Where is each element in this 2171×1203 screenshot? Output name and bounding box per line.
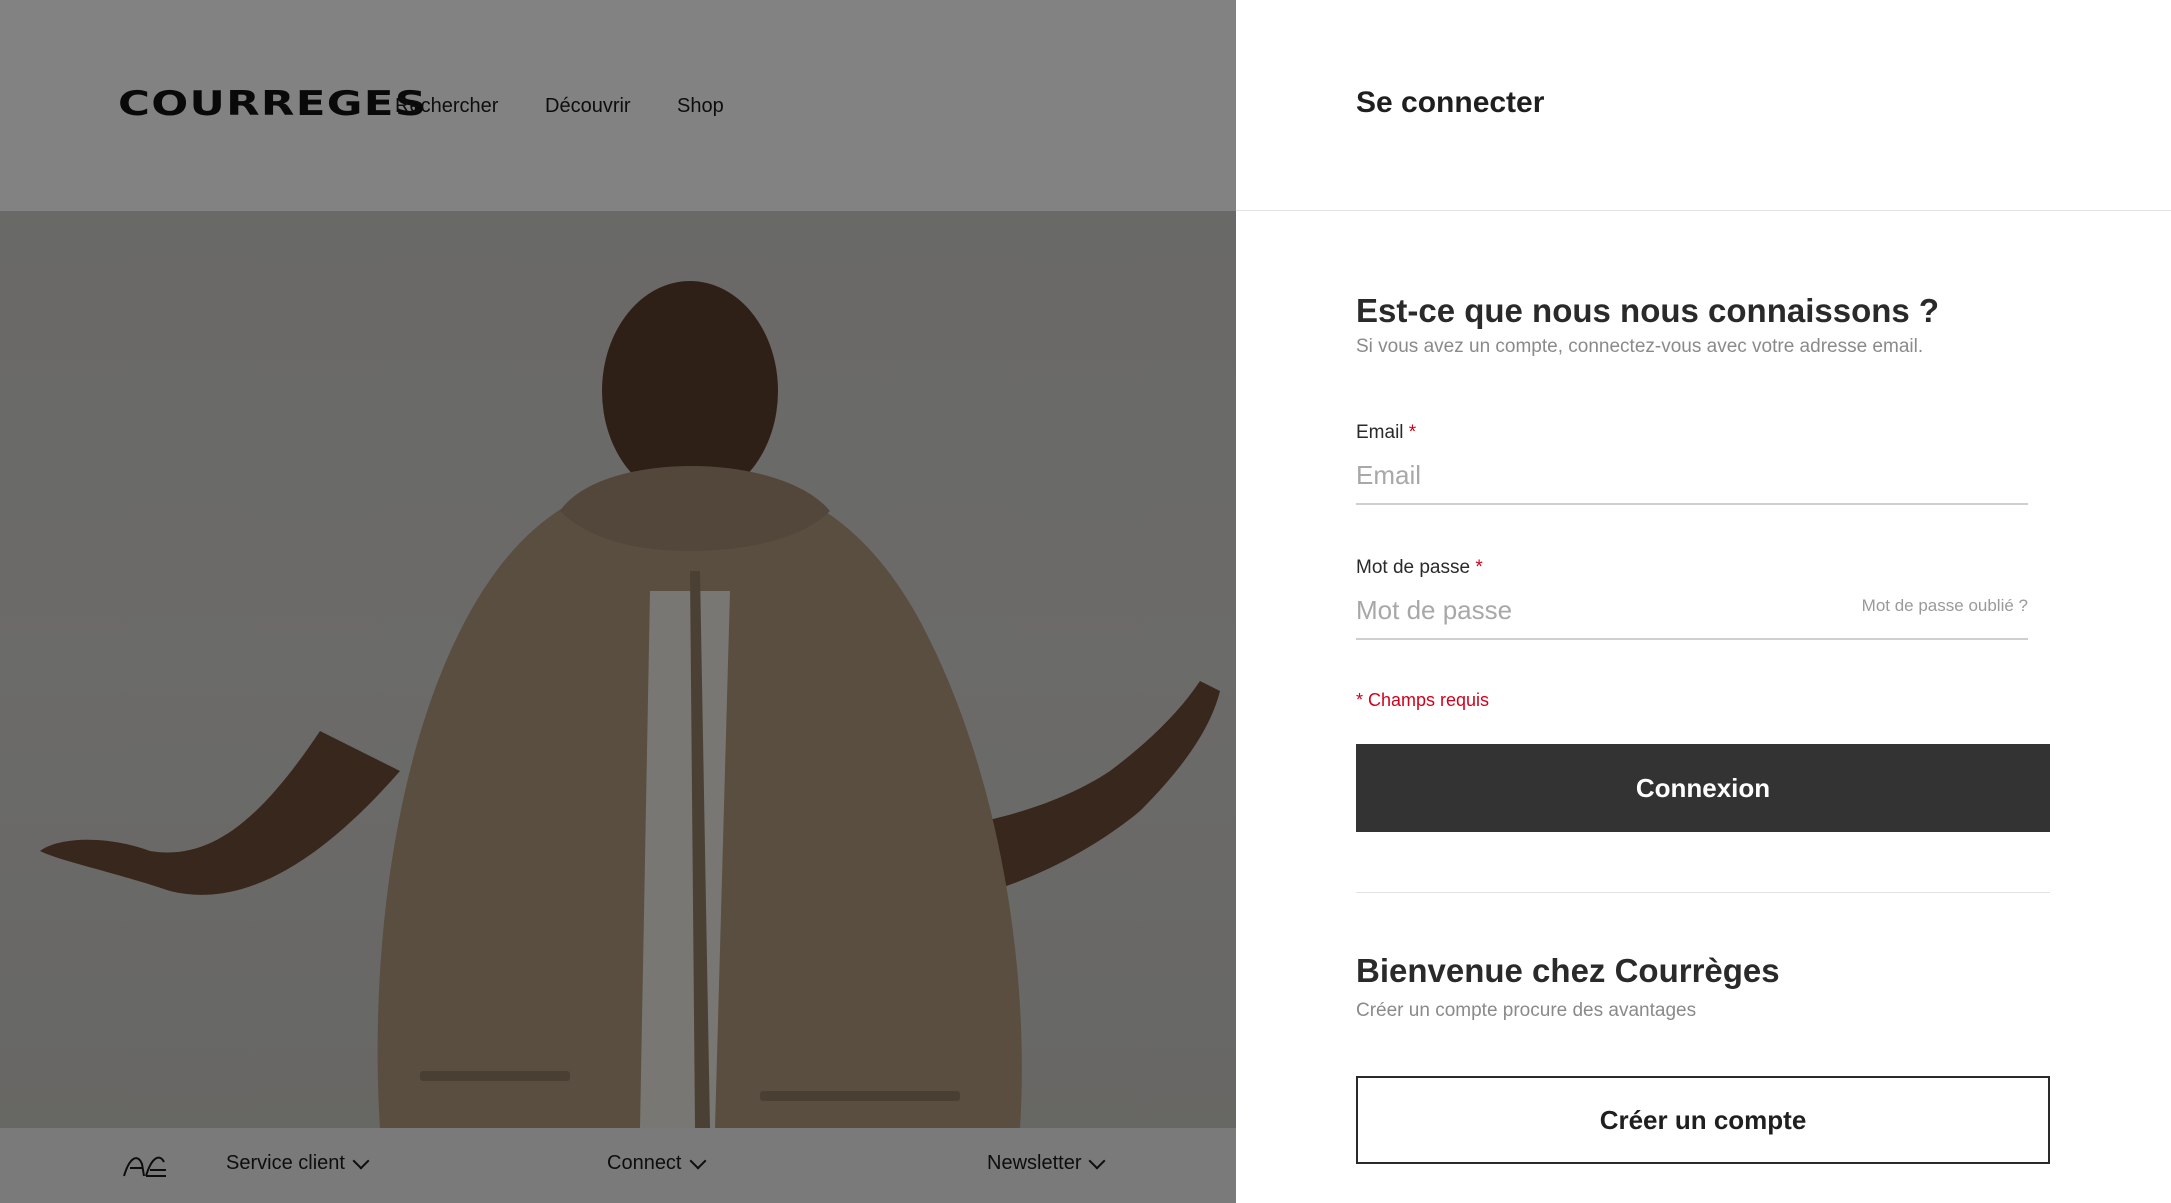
panel-header: Se connecter <box>1236 0 2171 211</box>
panel-title: Se connecter <box>1356 86 1545 119</box>
required-fields-note: * Champs requis <box>1356 690 1490 710</box>
site-background: COURREGES Rechercher Découvrir Shop Serv… <box>0 0 1236 1203</box>
hero-image <box>0 211 1236 1128</box>
create-account-button[interactable]: Créer un compte <box>1356 1076 2050 1164</box>
footer-service-client-label: Service client <box>226 1152 345 1174</box>
email-field[interactable] <box>1356 455 2028 505</box>
chevron-down-icon <box>352 1152 370 1170</box>
chevron-down-icon <box>689 1152 706 1170</box>
login-heading: Est-ce que nous nous connaissons ? <box>1356 292 1940 329</box>
email-label-text: Email <box>1356 422 1404 443</box>
forgot-password-link[interactable]: Mot de passe oublié ? <box>1862 596 2028 616</box>
login-panel: Se connecter Est-ce que nous nous connai… <box>1236 0 2171 1203</box>
login-button[interactable]: Connexion <box>1356 744 2050 832</box>
site-footer: Service client Connect Newsletter <box>0 1128 1236 1203</box>
brand-logo[interactable]: COURREGES <box>118 84 427 124</box>
footer-service-client[interactable]: Service client <box>226 1152 370 1175</box>
register-heading: Bienvenue chez Courrèges <box>1356 952 1780 989</box>
password-label: Mot de passe * <box>1356 557 1483 579</box>
nav-item-shop[interactable]: Shop <box>677 95 724 118</box>
password-label-text: Mot de passe <box>1356 557 1471 578</box>
nav-item-rechercher[interactable]: Rechercher <box>395 95 498 118</box>
divider <box>1356 892 2050 893</box>
email-label: Email * <box>1356 422 1416 444</box>
required-mark: * <box>1408 422 1417 443</box>
footer-connect[interactable]: Connect <box>607 1152 706 1175</box>
nav-item-decouvrir[interactable]: Découvrir <box>545 95 631 118</box>
footer-newsletter[interactable]: Newsletter <box>987 1152 1106 1175</box>
footer-connect-label: Connect <box>607 1152 682 1174</box>
register-subtitle: Créer un compte procure des avantages <box>1356 1000 1697 1021</box>
footer-newsletter-label: Newsletter <box>987 1152 1082 1174</box>
site-header: COURREGES Rechercher Découvrir Shop <box>0 0 1236 211</box>
required-mark: * <box>1475 557 1483 578</box>
chevron-down-icon <box>1088 1152 1106 1170</box>
model-photo <box>40 281 1220 1128</box>
ac-logo-icon[interactable] <box>120 1150 168 1180</box>
login-subtitle: Si vous avez un compte, connectez-vous a… <box>1356 336 1924 357</box>
